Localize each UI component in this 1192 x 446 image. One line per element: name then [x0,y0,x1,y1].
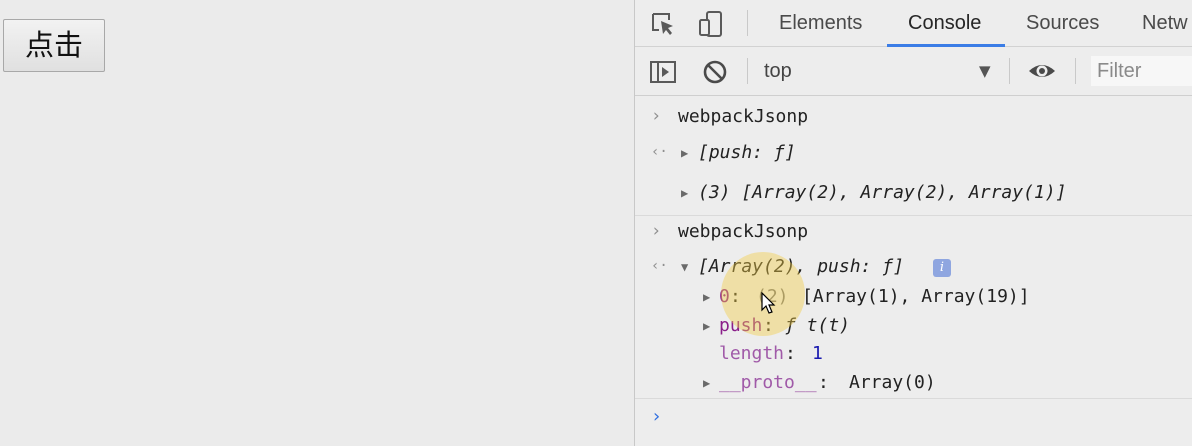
console-input-text: webpackJsonp [678,221,809,242]
expand-triangle-icon[interactable]: ▶ [703,290,710,304]
entry-value: [Array(1), Array(19)] [802,286,1030,307]
expand-triangle-icon[interactable]: ▶ [703,319,710,333]
console-log-line[interactable]: ▶ (3) [Array(2), Array(2), Array(1)] [635,182,1192,206]
entry-colon: : [818,372,829,393]
click-button[interactable]: 点击 [3,19,105,72]
clear-console-icon[interactable] [701,58,729,86]
console-input-text: webpackJsonp [678,106,809,127]
console-input-line: › webpackJsonp [635,221,1192,245]
push-entry[interactable]: ▶ push : ƒ t(t) [635,315,1192,339]
tab-network[interactable]: Netw [1142,0,1188,47]
result-arrow-icon: ‹· [651,258,668,274]
console-result-text: [push: ƒ] [698,142,796,163]
console-output: › webpackJsonp ‹· ▶ [push: ƒ] ▶ (3) [Arr… [635,96,1192,446]
console-log-text: (3) [Array(2), Array(2), Array(1)] [698,182,1067,203]
array-entry-0[interactable]: ▶ 0 : (2) [Array(1), Array(19)] [635,286,1192,310]
entry-value: Array(0) [849,372,936,393]
toolbar-divider [1009,58,1010,84]
input-chevron-icon: › [651,106,662,126]
mouse-cursor-icon [761,291,777,320]
devtools-tabbar: Elements Console Sources Netw [635,0,1192,47]
message-divider [635,398,1192,399]
expand-triangle-icon[interactable]: ▶ [681,146,688,160]
result-arrow-icon: ‹· [651,144,668,160]
proto-entry[interactable]: ▶ __proto__ : Array(0) [635,372,1192,396]
context-selector[interactable]: top [764,47,792,96]
filter-input[interactable] [1091,56,1192,86]
dropdown-caret-icon[interactable]: ▼ [979,47,991,96]
expand-triangle-icon[interactable]: ▶ [703,376,710,390]
toolbar-divider [747,58,748,84]
entry-value: 1 [812,343,823,364]
expand-triangle-icon[interactable]: ▶ [681,186,688,200]
device-toggle-icon[interactable] [697,10,725,38]
console-toolbar: top ▼ [635,47,1192,96]
devtools-panel: Elements Console Sources Netw top ▼ Filt… [634,0,1192,446]
tab-elements[interactable]: Elements [779,0,862,47]
input-chevron-icon: › [651,221,662,241]
length-entry: length : 1 [635,343,1192,367]
tab-sources[interactable]: Sources [1026,0,1099,47]
console-result-line[interactable]: ‹· ▶ [push: ƒ] [635,142,1192,166]
console-result-line[interactable]: ‹· ▼ [Array(2), push: ƒ] i [635,256,1192,280]
tabbar-divider [747,10,748,36]
entry-key: __proto__ [719,372,817,393]
page-area: 点击 [0,0,634,446]
message-divider [635,215,1192,216]
eye-icon[interactable] [1027,57,1055,85]
console-prompt-icon[interactable]: › [651,406,662,427]
toolbar-divider [1075,58,1076,84]
inspect-icon[interactable] [649,10,677,38]
info-icon[interactable]: i [933,259,951,277]
sidebar-toggle-icon[interactable] [649,58,677,86]
console-input-line: › webpackJsonp [635,106,1192,130]
entry-key: length [719,343,785,364]
collapse-triangle-icon[interactable]: ▼ [681,260,688,274]
entry-colon: : [785,343,796,364]
tab-console[interactable]: Console [908,0,981,47]
